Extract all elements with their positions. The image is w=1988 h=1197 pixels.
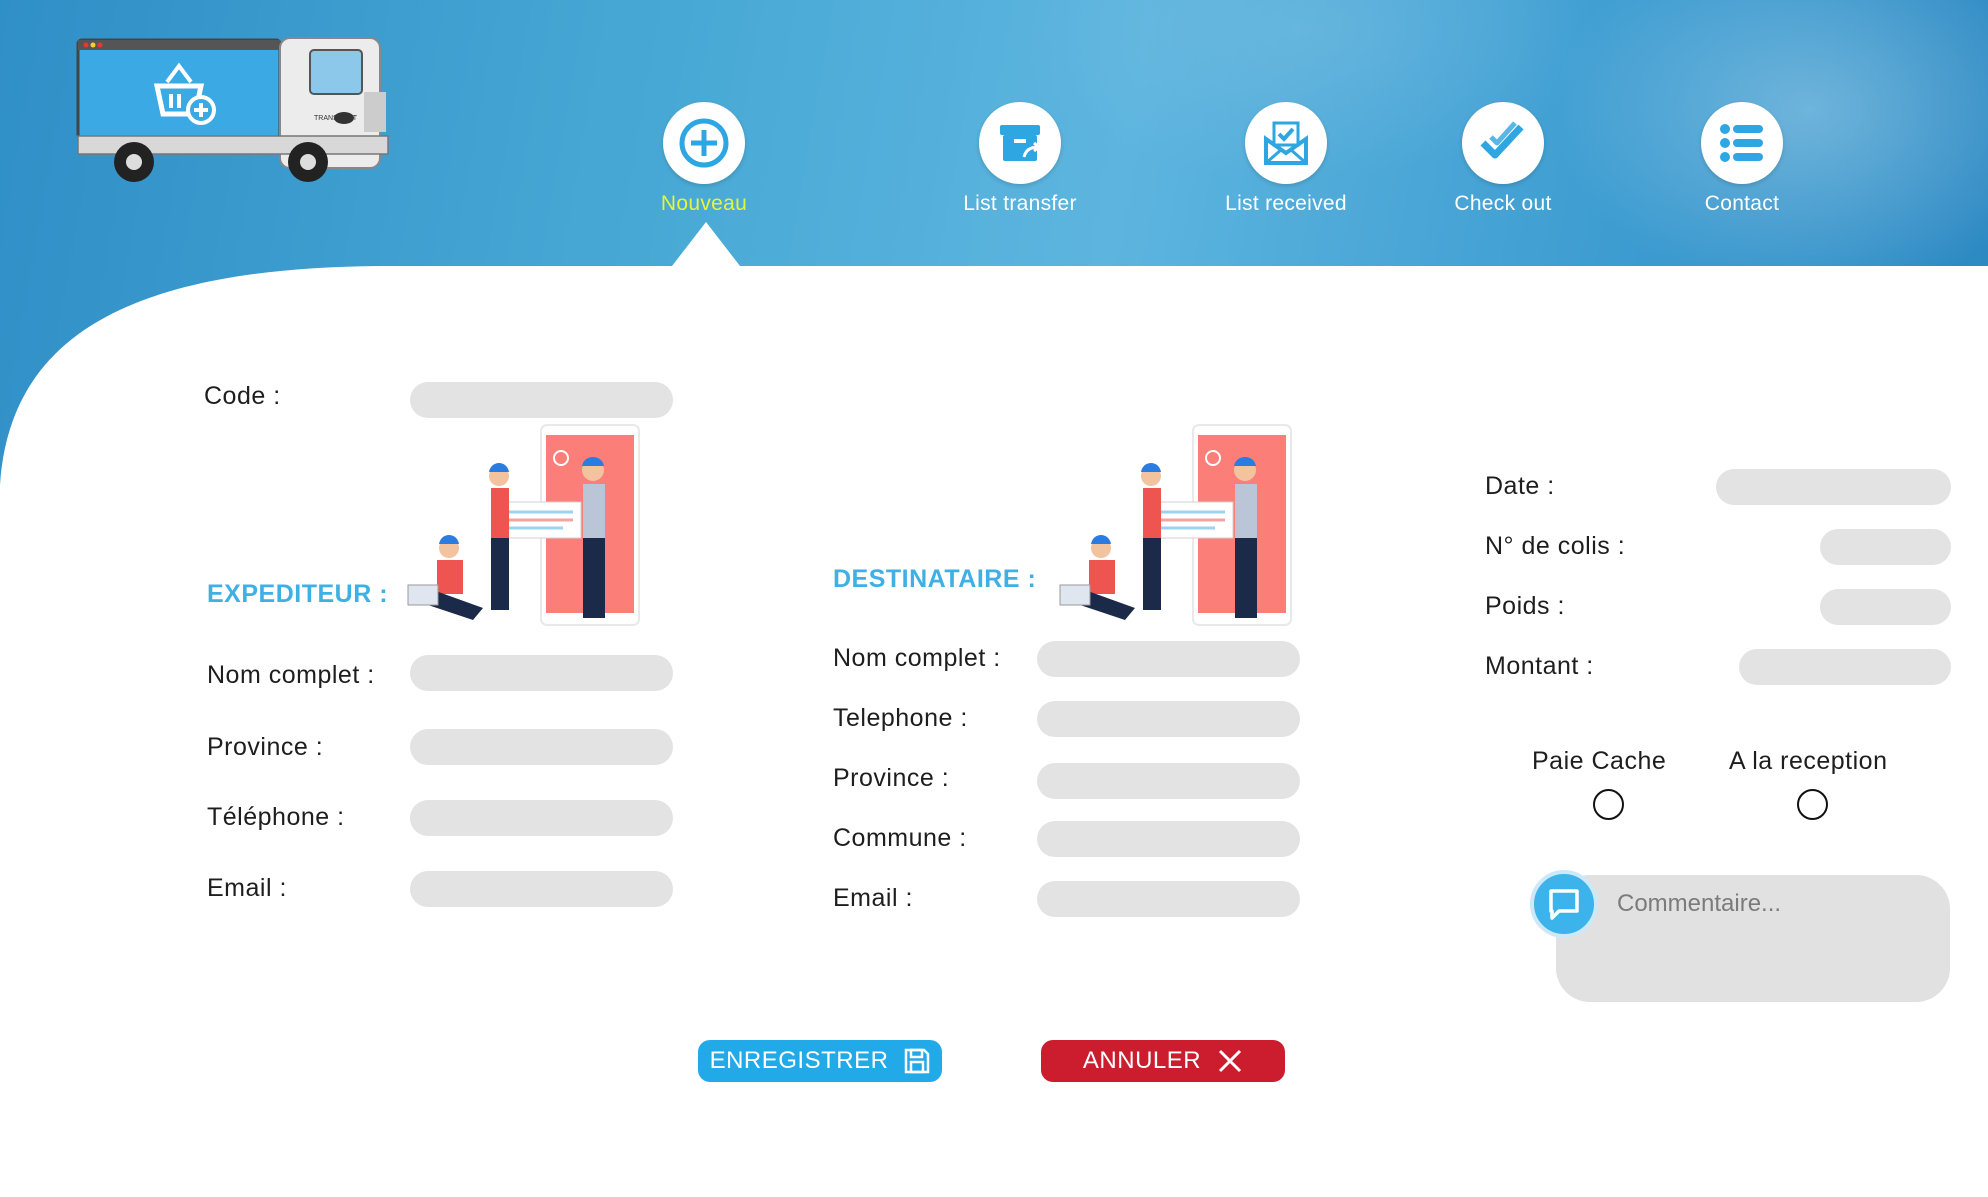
recipient-section-title: DESTINATAIRE : xyxy=(833,565,1037,593)
recipient-province-field[interactable] xyxy=(1037,763,1300,799)
team-illustration xyxy=(1059,424,1292,626)
sender-province-label: Province : xyxy=(207,733,324,761)
svg-text:TRANSPORT: TRANSPORT xyxy=(314,115,358,122)
save-button-label: ENREGISTRER xyxy=(709,1047,889,1074)
recipient-phone-field[interactable] xyxy=(1037,701,1300,737)
recipient-commune-label: Commune : xyxy=(833,824,967,852)
payment-option-label: Paie Cache xyxy=(1532,747,1667,775)
date-field[interactable] xyxy=(1716,469,1951,505)
payment-cache-radio[interactable] xyxy=(1593,789,1624,820)
recipient-province-label: Province : xyxy=(833,764,950,792)
truck-logo[interactable]: TRANSPORT xyxy=(74,32,406,192)
nav-label: Contact xyxy=(1704,192,1780,215)
amount-field[interactable] xyxy=(1739,649,1951,685)
sender-name-label: Nom complet : xyxy=(207,661,375,689)
sender-name-field[interactable] xyxy=(410,655,673,691)
team-illustration xyxy=(407,424,640,626)
amount-label: Montant : xyxy=(1485,652,1594,680)
close-x-icon xyxy=(1219,1049,1242,1073)
sender-phone-field[interactable] xyxy=(410,800,673,836)
mail-check-icon xyxy=(1245,102,1327,184)
nav-label: List received xyxy=(1225,192,1347,215)
nav-item-list-received[interactable]: List received xyxy=(1186,102,1386,216)
chat-bubble-icon xyxy=(1530,870,1598,938)
sender-email-label: Email : xyxy=(207,874,287,902)
nav-label: List transfer xyxy=(963,192,1077,215)
nav-label: Nouveau xyxy=(660,192,748,215)
payment-option-label: A la reception xyxy=(1729,747,1888,775)
payment-reception-radio[interactable] xyxy=(1797,789,1828,820)
recipient-name-field[interactable] xyxy=(1037,641,1300,677)
save-button[interactable]: ENREGISTRER xyxy=(698,1040,942,1082)
weight-label: Poids : xyxy=(1485,592,1565,620)
floppy-disk-icon xyxy=(905,1048,930,1074)
nav-label: Check out xyxy=(1454,192,1552,215)
date-label: Date : xyxy=(1485,472,1555,500)
recipient-commune-field[interactable] xyxy=(1037,821,1300,857)
recipient-phone-label: Telephone : xyxy=(833,704,968,732)
sender-phone-label: Téléphone : xyxy=(207,803,345,831)
plus-circle-icon xyxy=(663,102,745,184)
nav-item-nouveau[interactable]: Nouveau xyxy=(604,102,804,216)
sender-province-field[interactable] xyxy=(410,729,673,765)
code-label: Code : xyxy=(204,382,281,410)
nav-item-list-transfer[interactable]: List transfer xyxy=(920,102,1120,216)
list-icon xyxy=(1701,102,1783,184)
box-transfer-icon xyxy=(979,102,1061,184)
sender-email-field[interactable] xyxy=(410,871,673,907)
sender-section-title: EXPEDITEUR : xyxy=(207,580,389,608)
nav-item-check-out[interactable]: Check out xyxy=(1403,102,1603,216)
recipient-name-label: Nom complet : xyxy=(833,644,1001,672)
parcel-count-field[interactable] xyxy=(1820,529,1951,565)
code-field[interactable] xyxy=(410,382,673,418)
parcel-count-label: N° de colis : xyxy=(1485,532,1626,560)
comment-placeholder: Commentaire... xyxy=(1617,890,1782,917)
double-check-icon xyxy=(1462,102,1544,184)
recipient-email-field[interactable] xyxy=(1037,881,1300,917)
weight-field[interactable] xyxy=(1820,589,1951,625)
cancel-button[interactable]: ANNULER xyxy=(1041,1040,1285,1082)
recipient-email-label: Email : xyxy=(833,884,913,912)
cancel-button-label: ANNULER xyxy=(1082,1047,1202,1074)
nav-item-contact[interactable]: Contact xyxy=(1642,102,1842,216)
